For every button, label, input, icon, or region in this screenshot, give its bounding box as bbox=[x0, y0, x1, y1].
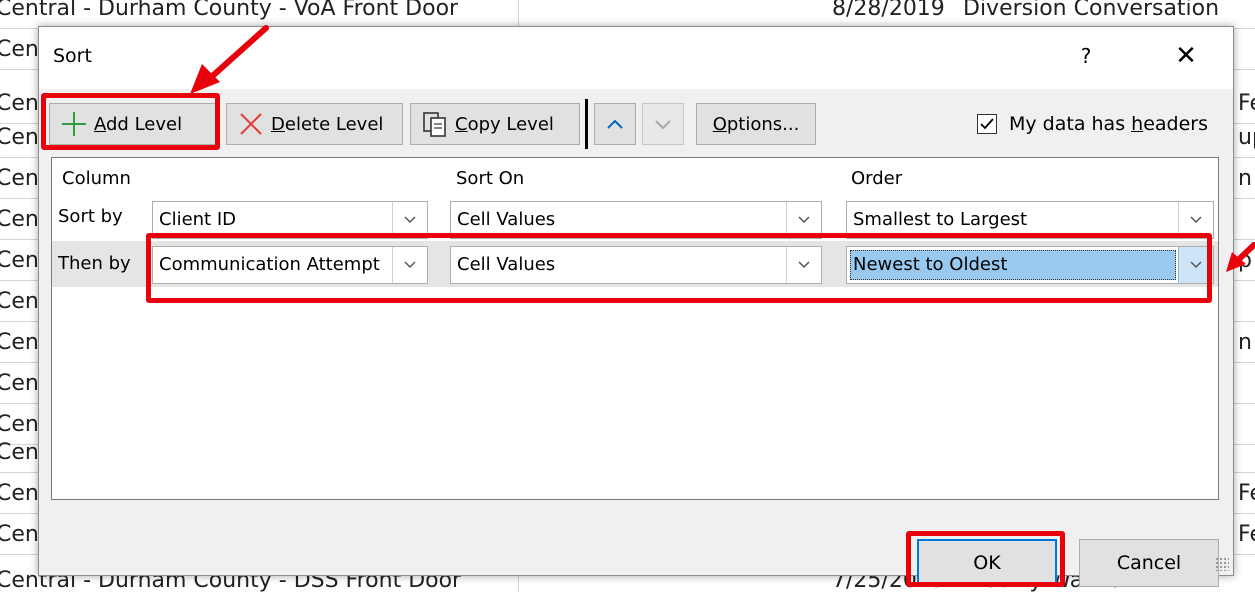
sort-by-column-value: Client ID bbox=[159, 209, 237, 230]
sheet-cell-fragment[interactable]: Fe bbox=[1238, 514, 1255, 555]
options-label: Options... bbox=[712, 113, 800, 135]
resize-grip-icon[interactable] bbox=[1215, 557, 1229, 571]
delete-x-icon bbox=[237, 110, 265, 138]
sort-by-sort-on-value: Cell Values bbox=[457, 209, 556, 230]
checkmark-icon bbox=[980, 118, 994, 130]
annotation-box-add-level bbox=[41, 93, 220, 150]
column-header-sort-on: Sort On bbox=[456, 168, 525, 189]
sort-by-label: Sort by bbox=[58, 206, 123, 227]
options-button[interactable]: Options... bbox=[696, 103, 816, 145]
copy-level-label: Copy Level bbox=[455, 113, 554, 135]
delete-level-button[interactable]: Delete Level bbox=[226, 103, 403, 145]
sheet-cell-fragment[interactable]: n bbox=[1238, 322, 1255, 363]
column-header-order: Order bbox=[851, 168, 903, 189]
then-by-label: Then by bbox=[58, 253, 131, 274]
sheet-cell-fragment[interactable]: up bbox=[1238, 117, 1255, 158]
annotation-box-ok bbox=[906, 531, 1065, 587]
move-down-button[interactable] bbox=[642, 103, 684, 145]
sheet-cell-fragment[interactable]: Fe bbox=[1238, 473, 1255, 514]
dialog-title: Sort bbox=[53, 45, 92, 67]
sheet-cell-fragment[interactable]: n bbox=[1238, 158, 1255, 199]
cancel-button[interactable]: Cancel bbox=[1079, 539, 1219, 587]
copy-level-button[interactable]: Copy Level bbox=[410, 103, 580, 145]
checkbox-box[interactable] bbox=[977, 114, 997, 134]
sort-levels-grid: Column Sort On Order Sort by Client ID C… bbox=[51, 157, 1219, 500]
close-button[interactable]: ✕ bbox=[1169, 39, 1203, 73]
column-header-column: Column bbox=[62, 168, 131, 189]
my-data-has-headers-checkbox[interactable]: My data has headers bbox=[977, 113, 1208, 135]
annotation-box-then-by-row bbox=[146, 233, 1212, 303]
copy-icon bbox=[421, 110, 449, 138]
headers-checkbox-label: My data has headers bbox=[1009, 113, 1208, 135]
sort-by-order-value: Smallest to Largest bbox=[853, 209, 1028, 230]
toolbar-separator bbox=[585, 99, 588, 149]
chevron-down-icon bbox=[655, 120, 671, 130]
annotation-arrow-icon bbox=[1226, 242, 1255, 272]
sheet-cell-type[interactable]: Diversion Conversation bbox=[963, 0, 1255, 29]
sheet-cell-date[interactable]: 8/28/2019 bbox=[832, 0, 960, 29]
delete-level-label: Delete Level bbox=[271, 113, 384, 135]
move-up-button[interactable] bbox=[594, 103, 636, 145]
annotation-arrow-icon bbox=[190, 25, 269, 94]
chevron-up-icon bbox=[607, 119, 623, 129]
help-button[interactable]: ? bbox=[1071, 41, 1101, 71]
